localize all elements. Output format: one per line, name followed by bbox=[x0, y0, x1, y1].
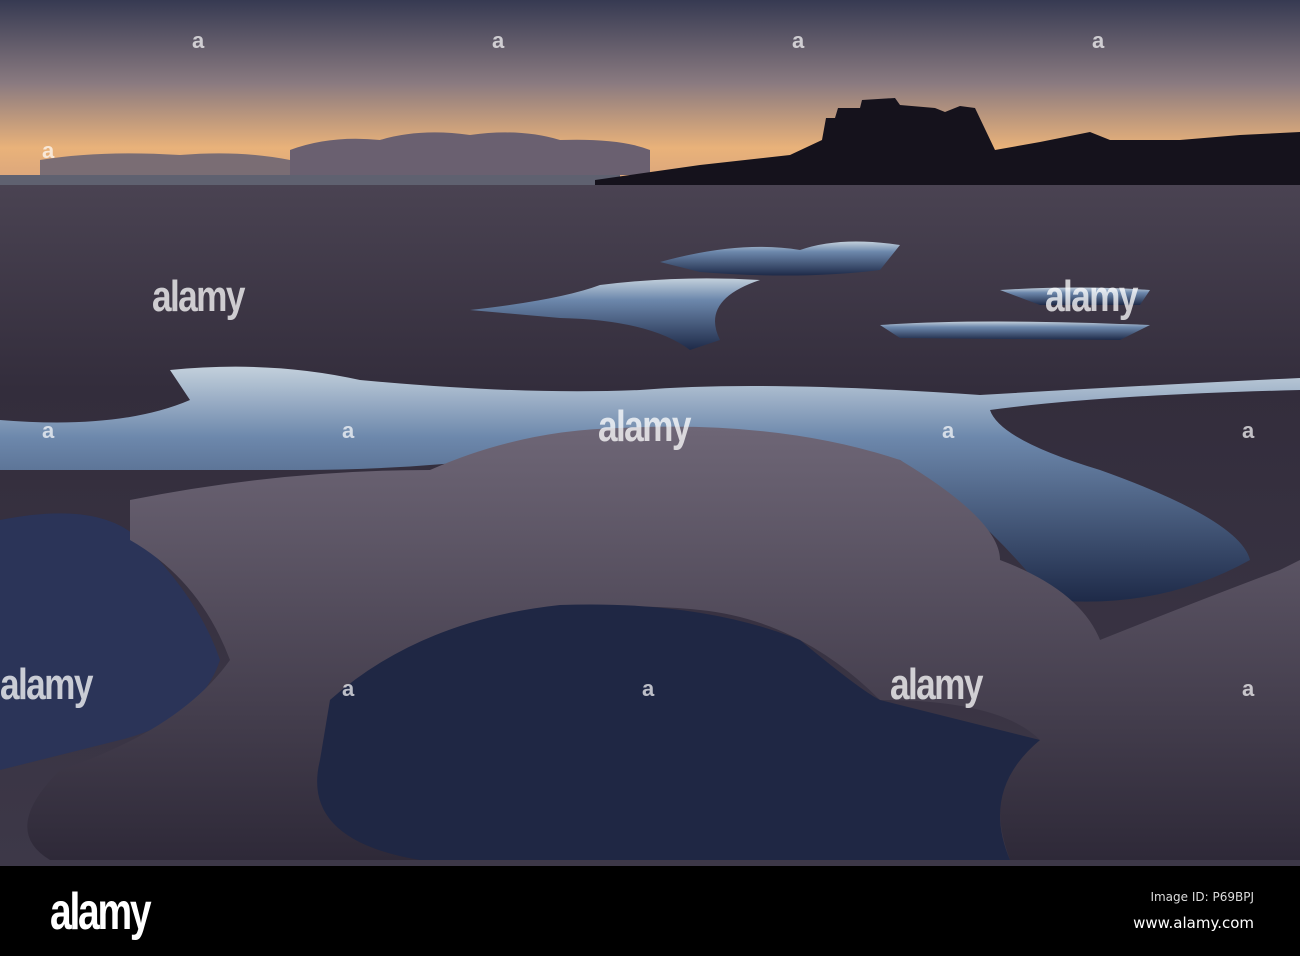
watermark-mark: a bbox=[192, 28, 205, 53]
watermark-mark: a bbox=[1092, 28, 1105, 53]
site-url: www.alamy.com bbox=[1133, 914, 1254, 932]
watermark-mark: a bbox=[42, 418, 55, 443]
watermark-mark: a bbox=[792, 28, 805, 53]
watermark-mark: a bbox=[642, 676, 655, 701]
watermark-mark: a bbox=[492, 28, 505, 53]
watermark-mark: a bbox=[42, 138, 55, 163]
stock-photo: a a a a a a a a a a a a alamy alamy alam… bbox=[0, 0, 1300, 956]
watermark-logo: alamy bbox=[152, 272, 245, 321]
watermark-mark: a bbox=[1242, 676, 1255, 701]
image-id: Image ID: P69BPJ bbox=[1150, 890, 1254, 904]
footer-bar: alamy Image ID: P69BPJ www.alamy.com bbox=[0, 866, 1300, 956]
watermark-logo: alamy bbox=[598, 402, 691, 451]
watermark-logo: alamy bbox=[0, 660, 93, 709]
watermark-mark: a bbox=[342, 418, 355, 443]
watermark-mark: a bbox=[942, 418, 955, 443]
alamy-logo: alamy bbox=[50, 883, 152, 941]
watermark-logo: alamy bbox=[1045, 272, 1138, 321]
watermark-mark: a bbox=[1242, 418, 1255, 443]
watermark-mark: a bbox=[342, 676, 355, 701]
watermark-logo: alamy bbox=[890, 660, 983, 709]
